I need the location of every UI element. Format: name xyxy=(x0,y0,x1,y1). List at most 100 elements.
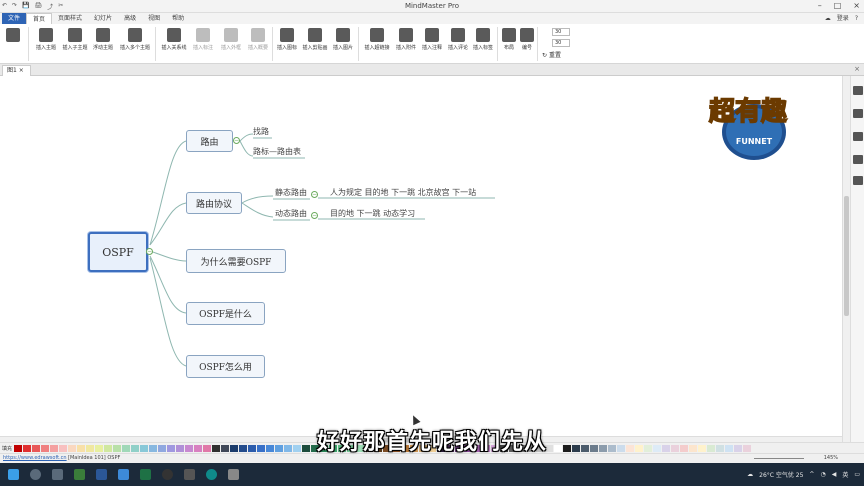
windows-start-icon[interactable] xyxy=(8,469,19,480)
relationship-icon xyxy=(167,28,181,42)
collapse-luyou-icon[interactable]: − xyxy=(233,137,240,144)
topic-why-ospf[interactable]: 为什么需要OSPF xyxy=(186,249,286,273)
weather-text[interactable]: 26°C 空气优 25 xyxy=(759,470,803,479)
connector-root-what xyxy=(149,255,187,314)
topic-luyou-xieyi[interactable]: 路由协议 xyxy=(186,192,242,214)
menu-advanced[interactable]: 高级 xyxy=(118,13,142,24)
zoom-slider[interactable] xyxy=(754,458,804,459)
word-icon[interactable] xyxy=(96,469,107,480)
network-icon[interactable]: ◔ xyxy=(820,471,825,478)
topic-luyou[interactable]: 路由 xyxy=(186,130,233,152)
explorer-icon[interactable] xyxy=(228,469,239,480)
tab-diagram-1[interactable]: 图1 × xyxy=(2,65,31,76)
tab-close-icon[interactable]: × xyxy=(19,67,24,74)
outline-panel-icon[interactable] xyxy=(853,109,863,118)
subtopic-static[interactable]: 静态路由 xyxy=(275,187,307,198)
taskbar: ☁ 26°C 空气优 25 ^ ◔ ◀ 英 ▭ xyxy=(0,463,864,486)
menu-slides[interactable]: 幻灯片 xyxy=(88,13,118,24)
insert-summary-button[interactable]: 插入概要 xyxy=(245,28,271,51)
menu-page-style[interactable]: 页面样式 xyxy=(52,13,88,24)
format-panel-icon[interactable] xyxy=(853,86,863,95)
attachment-icon xyxy=(399,28,413,42)
subtopic-static-detail[interactable]: 人为规定 目的地 下一跳 北京故宫 下一站 xyxy=(330,187,476,198)
login-link[interactable]: 登录 xyxy=(837,13,849,24)
summary-icon xyxy=(251,28,265,42)
menu-home[interactable]: 首页 xyxy=(26,13,53,24)
spacing-vertical-input[interactable]: 30 xyxy=(552,39,570,47)
home-panel-icon[interactable] xyxy=(853,132,863,141)
maximize-icon[interactable]: □ xyxy=(834,1,842,10)
collapse-static-icon[interactable]: − xyxy=(311,191,318,198)
search-icon[interactable] xyxy=(30,469,41,480)
spacing-horizontal-input[interactable]: 30 xyxy=(552,28,570,36)
floating-topic-button[interactable]: 浮动主题 xyxy=(90,28,116,51)
logo-main-text: 超有趣 xyxy=(709,97,787,127)
volume-icon[interactable]: ◀ xyxy=(832,471,837,478)
insert-clipart-button[interactable]: 插入剪贴画 xyxy=(302,28,328,51)
root-topic[interactable]: OSPF xyxy=(88,232,148,272)
media-icon[interactable] xyxy=(162,469,173,480)
collapse-root-icon[interactable]: − xyxy=(146,248,153,255)
close-tabs-icon[interactable]: × xyxy=(854,65,860,73)
tray-arrow-icon[interactable]: ^ xyxy=(809,471,814,478)
insert-hyperlink-button[interactable]: 插入超链接 xyxy=(362,28,392,51)
insert-callout-button[interactable]: 插入标注 xyxy=(190,28,216,51)
insert-tag-button[interactable]: 插入标签 xyxy=(470,28,496,51)
topic-why-ospf-label: 为什么需要OSPF xyxy=(200,257,272,268)
insert-topic-button[interactable]: 插入主题 xyxy=(33,28,59,51)
insert-icon-button[interactable]: 插入图标 xyxy=(274,28,300,51)
topic-what-ospf[interactable]: OSPF是什么 xyxy=(186,302,265,325)
note-icon xyxy=(425,28,439,42)
multi-topic-icon xyxy=(128,28,142,42)
close-icon[interactable]: × xyxy=(853,1,860,10)
subtopic-dynamic-detail[interactable]: 目的地 下一跳 动态学习 xyxy=(330,208,415,219)
edge-icon[interactable] xyxy=(206,469,217,480)
subtopic-lubiao[interactable]: 路标—路由表 xyxy=(253,146,301,157)
reset-button[interactable]: ↻ 重置 xyxy=(542,50,561,59)
calendar-panel-icon[interactable] xyxy=(853,176,863,185)
insert-boundary-button[interactable]: 插入外框 xyxy=(218,28,244,51)
insert-multiple-topics-button[interactable]: 插入多个主题 xyxy=(120,28,150,51)
insert-note-button[interactable]: 插入注释 xyxy=(419,28,445,51)
mindmap-canvas[interactable]: OSPF − 路由 − 找路 路标—路由表 路由协议 静态路由 − 人为规定 目… xyxy=(0,76,842,442)
topic-icon xyxy=(39,28,53,42)
document-tabs: 图1 × × xyxy=(0,64,864,76)
excel-icon[interactable] xyxy=(140,469,151,480)
vertical-scrollbar[interactable] xyxy=(842,76,850,442)
icon-icon xyxy=(280,28,294,42)
connector-xieyi-dynamic xyxy=(241,202,274,218)
mindmaster-icon[interactable] xyxy=(184,469,195,480)
numbering-icon xyxy=(520,28,534,42)
help-icon[interactable]: ? xyxy=(855,13,858,24)
notification-icon[interactable]: ▭ xyxy=(854,471,860,478)
app-icon[interactable] xyxy=(118,469,129,480)
comment-icon xyxy=(451,28,465,42)
insert-comment-button[interactable]: 插入评论 xyxy=(445,28,471,51)
security-icon[interactable] xyxy=(74,469,85,480)
system-tray: ☁ 26°C 空气优 25 ^ ◔ ◀ 英 ▭ xyxy=(747,463,860,486)
minimize-icon[interactable]: – xyxy=(818,1,822,10)
cloud-icon[interactable]: ☁ xyxy=(825,13,831,24)
vertical-scroll-thumb[interactable] xyxy=(844,196,849,316)
connector-xieyi-static xyxy=(241,195,274,204)
image-icon xyxy=(336,28,350,42)
title-bar: ↶ ↷ 💾 🖨 ⤴ ✂ MindMaster Pro – □ × xyxy=(0,0,864,13)
subtopic-dynamic[interactable]: 动态路由 xyxy=(275,208,307,219)
menu-file[interactable]: 文件 xyxy=(2,13,27,24)
insert-relationship-button[interactable]: 插入关系线 xyxy=(161,28,187,51)
ime-indicator[interactable]: 英 xyxy=(842,470,848,479)
menu-view[interactable]: 视图 xyxy=(142,13,166,24)
boundary-icon xyxy=(224,28,238,42)
insert-image-button[interactable]: 插入图片 xyxy=(330,28,356,51)
topic-how-ospf[interactable]: OSPF怎么用 xyxy=(186,355,265,378)
subtopic-zhaolu[interactable]: 找路 xyxy=(253,126,269,137)
video-subtitle: 好好那首先呢我们先从 xyxy=(316,430,547,455)
menu-bar: 文件 首页 页面样式 幻灯片 高级 视图 帮助 ☁ 登录 ? xyxy=(0,13,864,24)
task-view-icon[interactable] xyxy=(52,469,63,480)
menu-help[interactable]: 帮助 xyxy=(166,13,190,24)
collapse-dynamic-icon[interactable]: − xyxy=(311,212,318,219)
format-painter-button[interactable] xyxy=(2,28,24,44)
clipart-panel-icon[interactable] xyxy=(853,155,863,164)
insert-attachment-button[interactable]: 插入附件 xyxy=(393,28,419,51)
insert-subtopic-button[interactable]: 插入子主题 xyxy=(62,28,88,51)
